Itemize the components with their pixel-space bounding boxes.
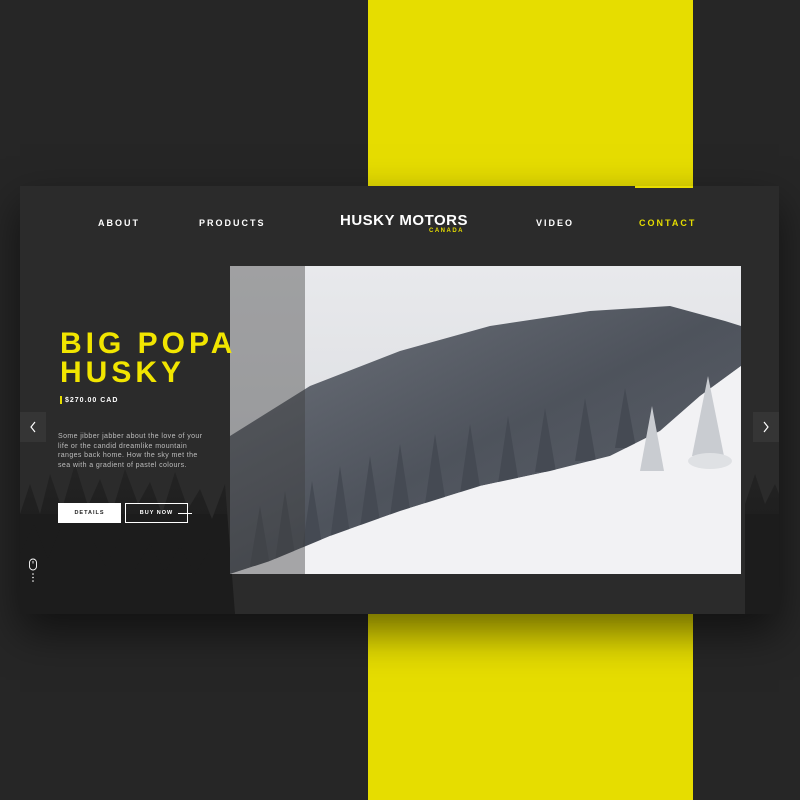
landing-card: ABOUT PRODUCTS HUSKY MOTORS CANADA VIDEO… <box>20 186 779 614</box>
product-title: BIG POPA HUSKY <box>60 327 237 389</box>
product-description: Some jibber jabber about the love of you… <box>58 433 203 469</box>
nav-contact[interactable]: CONTACT <box>639 218 696 228</box>
snowy-forest-image <box>230 266 741 574</box>
photo-gray-overlay <box>230 266 305 574</box>
mouse-scroll-icon[interactable] <box>28 558 38 584</box>
price-tag: $270.00 CAD <box>60 396 118 404</box>
chevron-left-icon <box>30 421 36 433</box>
price-accent-mark <box>60 396 62 404</box>
next-slide-button[interactable] <box>753 412 779 442</box>
nav-video[interactable]: VIDEO <box>536 218 574 228</box>
details-button[interactable]: DETAILS <box>58 503 121 523</box>
brand-logo[interactable]: HUSKY MOTORS CANADA <box>334 212 474 234</box>
prev-slide-button[interactable] <box>20 412 46 442</box>
nav-products[interactable]: PRODUCTS <box>199 218 266 228</box>
title-line-2: HUSKY <box>60 356 186 389</box>
hero-photo <box>230 266 741 574</box>
buy-now-line-decoration <box>178 513 192 514</box>
price-value: $270.00 CAD <box>65 396 119 404</box>
chevron-right-icon <box>763 421 769 433</box>
nav-about[interactable]: ABOUT <box>98 218 140 228</box>
brand-name: HUSKY MOTORS <box>340 212 468 229</box>
title-line-1: BIG POPA <box>60 327 237 360</box>
contact-active-indicator <box>635 186 693 188</box>
